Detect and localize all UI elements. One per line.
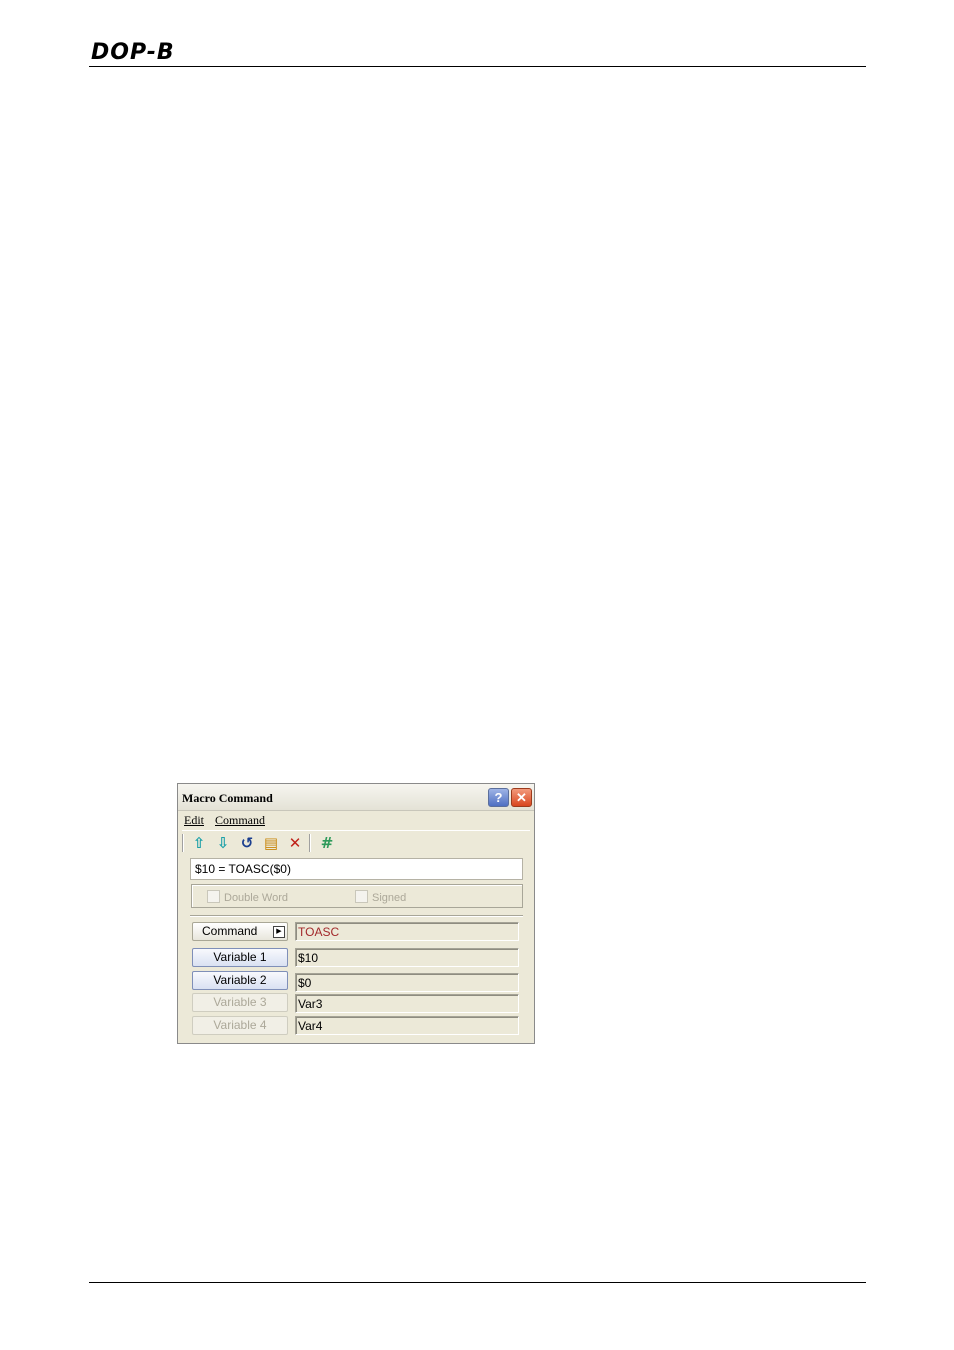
header-rule [89, 66, 866, 67]
arrow-up-icon[interactable]: ⇧ [190, 834, 208, 852]
variable-4-field: Var4 [295, 1016, 519, 1035]
macro-command-dialog: Macro Command ? ✕ Edit Command ⇧ ⇩ ↺ ▤ ✕… [177, 783, 535, 1044]
menu-command[interactable]: Command [215, 813, 265, 828]
arrow-down-icon[interactable]: ⇩ [214, 834, 232, 852]
signed-checkbox: Signed [355, 890, 406, 904]
menu-edit[interactable]: Edit [184, 813, 204, 828]
variable-1-field[interactable]: $10 [295, 948, 519, 967]
footer-rule [89, 1282, 866, 1283]
delete-icon[interactable]: ✕ [286, 834, 304, 852]
undo-icon[interactable]: ↺ [238, 834, 256, 852]
play-icon: ▶ [273, 926, 285, 938]
checkbox-box [207, 890, 220, 903]
help-button[interactable]: ? [488, 788, 509, 807]
variable-4-button: Variable 4 [192, 1016, 288, 1035]
dialog-title: Macro Command [182, 791, 273, 805]
command-button[interactable]: Command ▶ [192, 922, 288, 941]
toolbar: ⇧ ⇩ ↺ ▤ ✕ # [182, 830, 530, 855]
checkbox-box [355, 890, 368, 903]
command-field[interactable]: TOASC [295, 922, 519, 941]
command-button-label: Command [202, 924, 258, 938]
command-line-display[interactable]: $10 = TOASC($0) [190, 858, 523, 880]
close-button[interactable]: ✕ [511, 788, 532, 807]
hash-icon[interactable]: # [318, 834, 336, 852]
menu-bar: Edit Command [178, 811, 534, 829]
variable-3-field: Var3 [295, 994, 519, 1013]
variable-2-field[interactable]: $0 [295, 973, 519, 992]
divider [190, 915, 523, 917]
double-word-label: Double Word [224, 892, 288, 904]
toolbar-separator [182, 834, 184, 852]
title-bar: Macro Command ? ✕ [178, 784, 534, 811]
variable-1-button[interactable]: Variable 1 [192, 948, 288, 967]
options-group: Double Word Signed [191, 884, 523, 908]
page-logo: DOP-B [91, 40, 175, 65]
double-word-checkbox: Double Word [207, 890, 288, 904]
document-icon[interactable]: ▤ [262, 834, 280, 852]
variable-3-button: Variable 3 [192, 993, 288, 1012]
variable-2-button[interactable]: Variable 2 [192, 971, 288, 990]
toolbar-separator [309, 834, 311, 852]
signed-label: Signed [372, 892, 407, 904]
